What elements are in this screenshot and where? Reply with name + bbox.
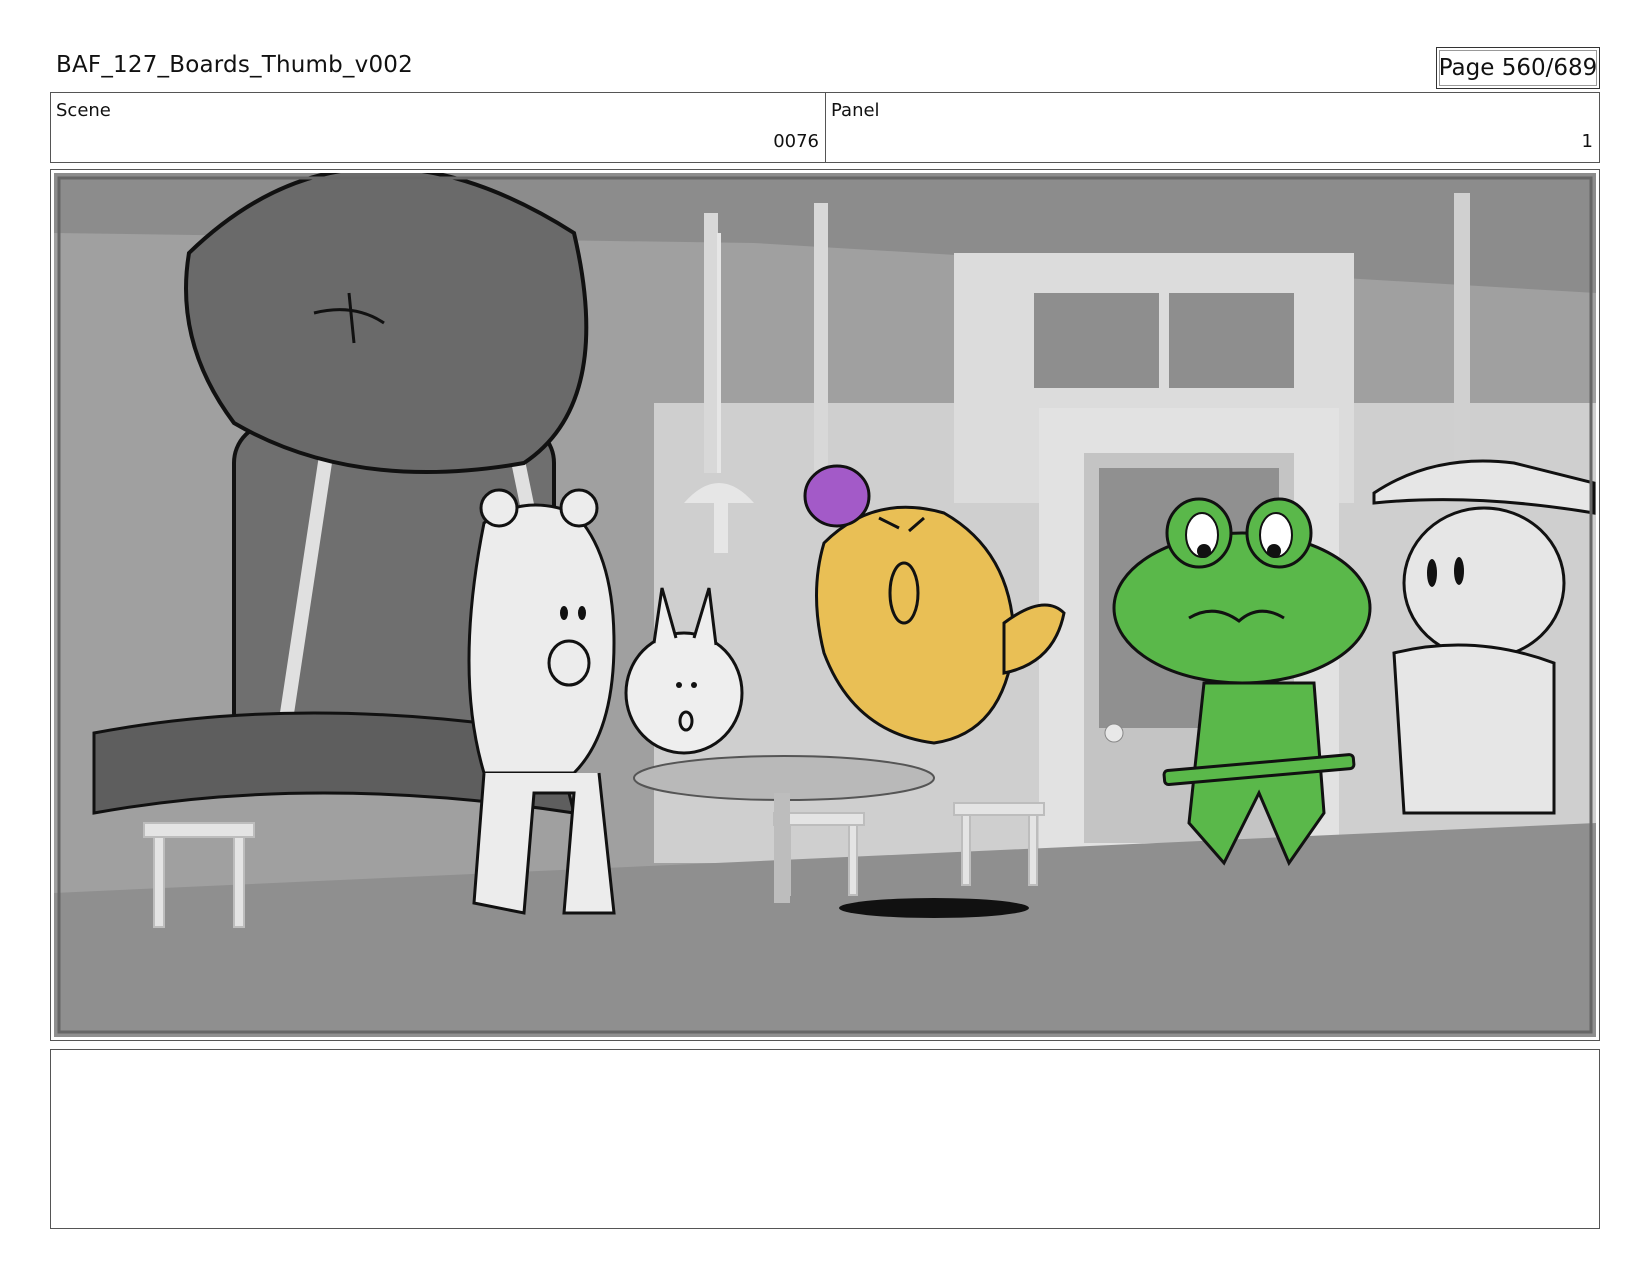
page-indicator: Page 560/689 — [1436, 47, 1600, 89]
panel-number: 1 — [1581, 131, 1593, 152]
document-title: BAF_127_Boards_Thumb_v002 — [56, 52, 413, 78]
storyboard-frame — [50, 169, 1600, 1041]
storyboard-drawing — [54, 173, 1596, 1037]
panel-cell: Panel 1 — [826, 93, 1599, 162]
scene-label: Scene — [56, 100, 111, 121]
scene-number: 0076 — [773, 131, 819, 152]
panel-label: Panel — [831, 100, 880, 121]
scene-cell: Scene 0076 — [51, 93, 826, 162]
notes-area — [50, 1049, 1600, 1229]
scene-panel-info-row: Scene 0076 Panel 1 — [50, 92, 1600, 163]
